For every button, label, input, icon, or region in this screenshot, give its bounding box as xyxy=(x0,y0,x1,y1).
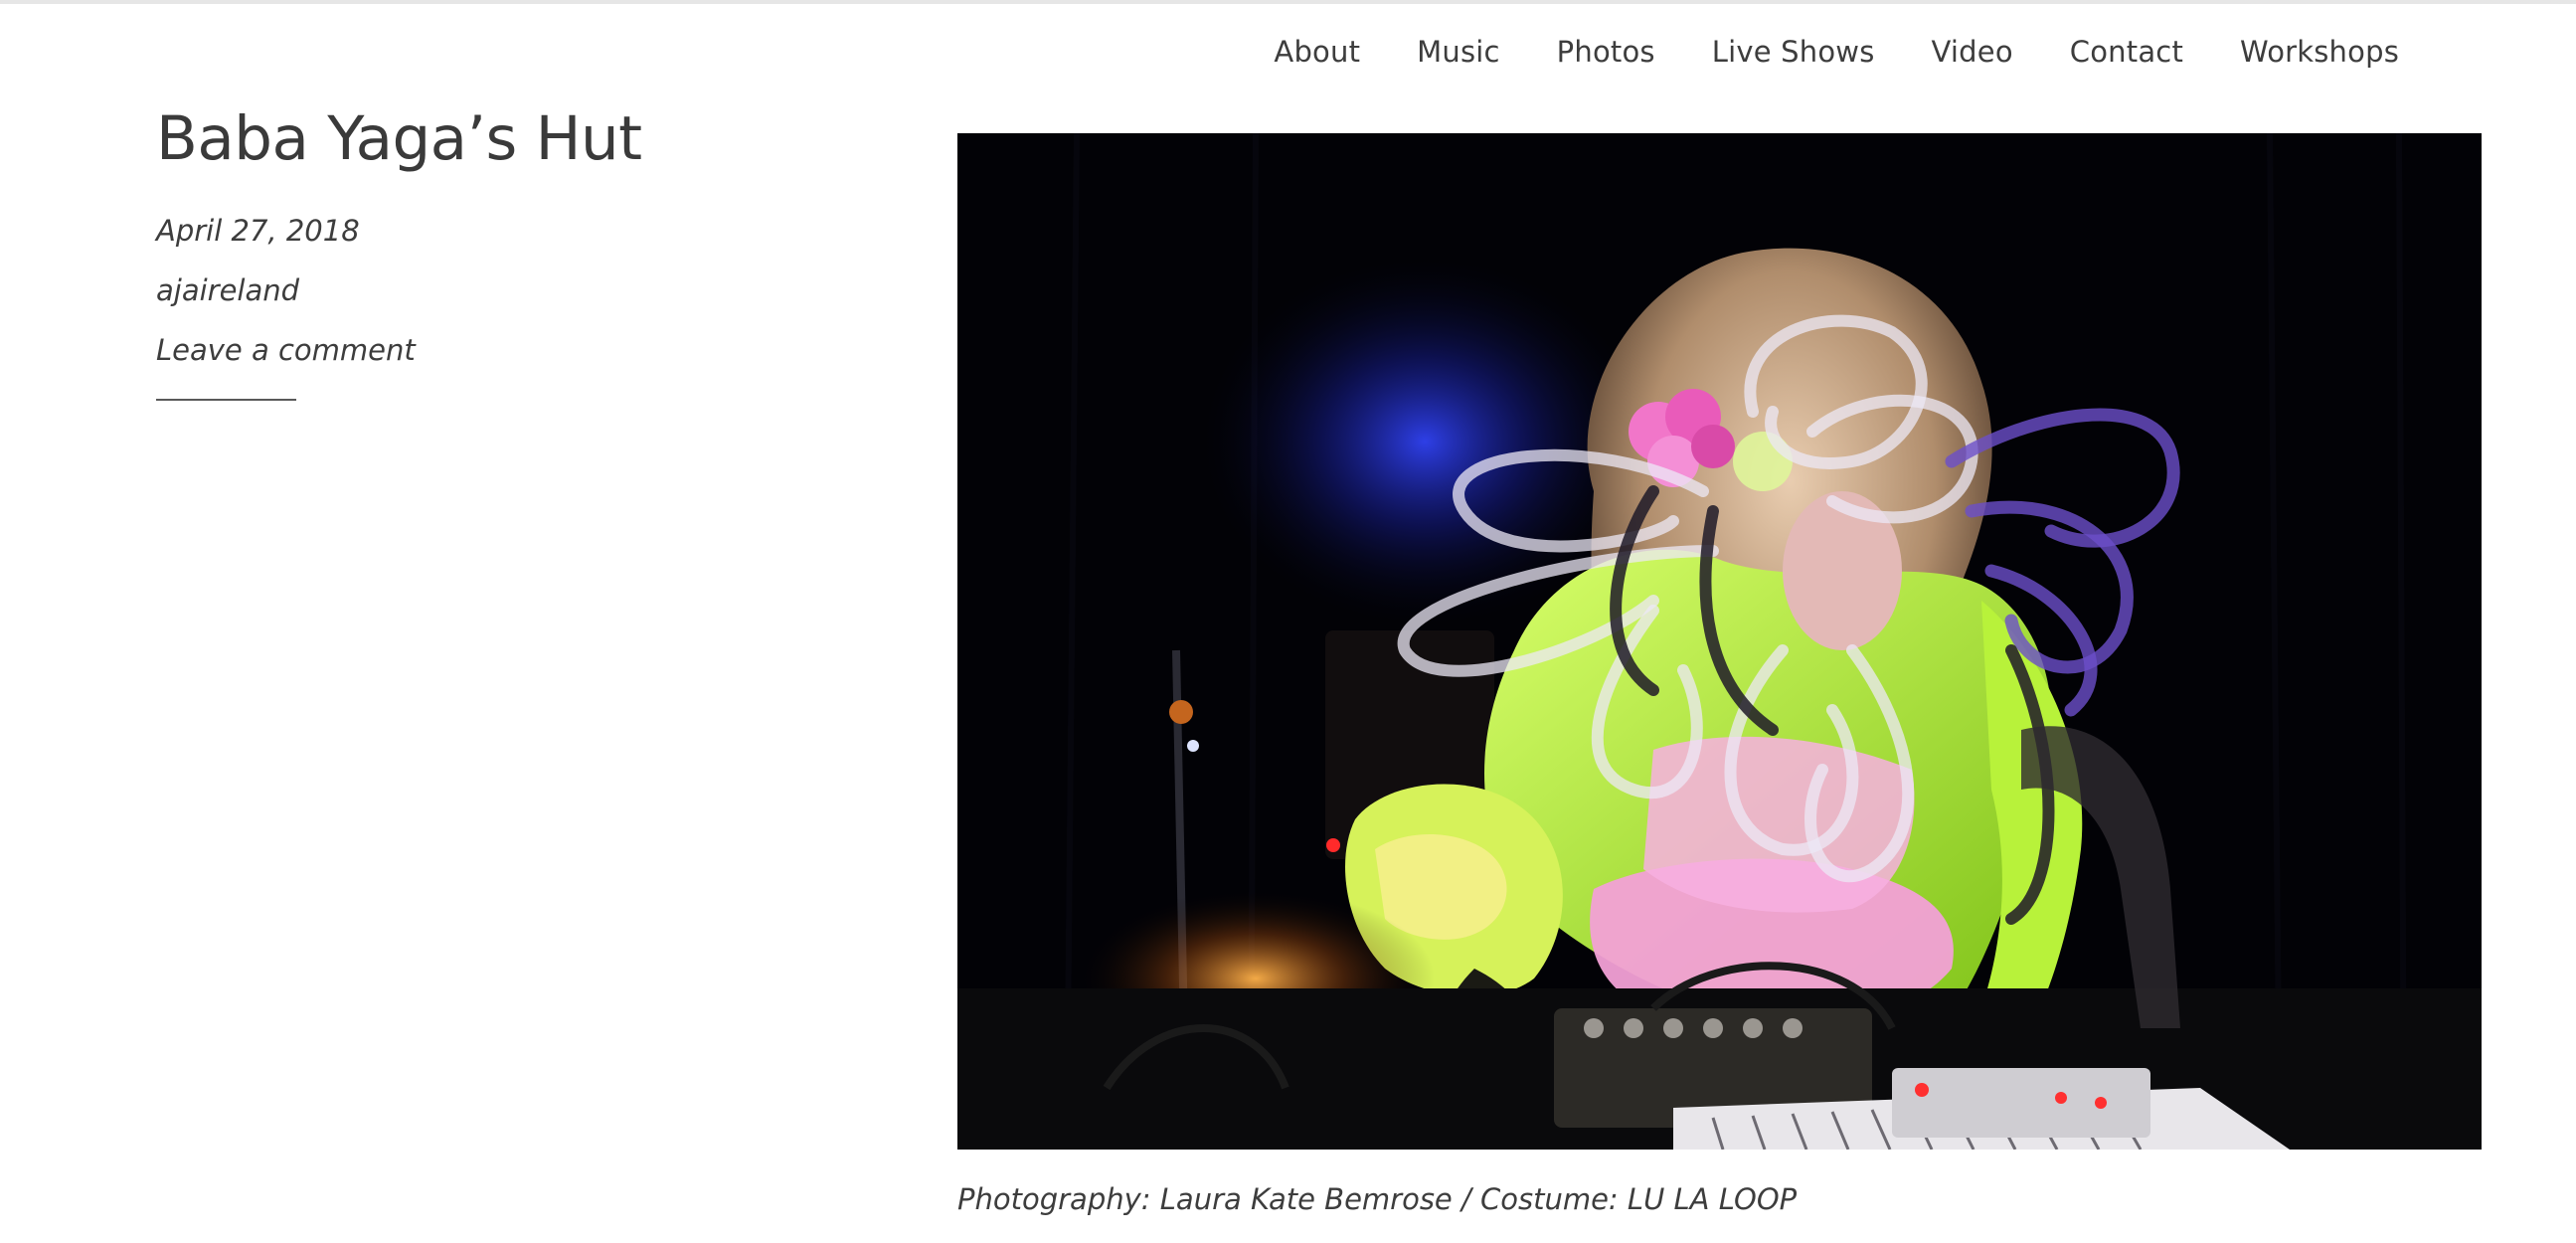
nav-item-video[interactable]: Video xyxy=(1932,28,2013,76)
meta-divider xyxy=(156,399,296,401)
post-author-link[interactable]: ajaireland xyxy=(156,270,299,310)
photo-caption: Photography: Laura Kate Bemrose / Costum… xyxy=(957,1182,1798,1216)
featured-photo xyxy=(957,133,2482,1150)
top-border xyxy=(0,0,2576,4)
nav-item-workshops[interactable]: Workshops xyxy=(2240,28,2399,76)
performer-photo-illustration xyxy=(957,133,2482,1150)
nav-item-contact[interactable]: Contact xyxy=(2070,28,2183,76)
post-title: Baba Yaga’s Hut xyxy=(156,103,642,174)
nav-item-music[interactable]: Music xyxy=(1417,28,1500,76)
main-navigation: About Music Photos Live Shows Video Cont… xyxy=(1274,28,2399,76)
leave-comment-link[interactable]: Leave a comment xyxy=(156,330,416,370)
nav-item-about[interactable]: About xyxy=(1274,28,1360,76)
nav-item-photos[interactable]: Photos xyxy=(1557,28,1655,76)
nav-item-live-shows[interactable]: Live Shows xyxy=(1712,28,1875,76)
post-date-link[interactable]: April 27, 2018 xyxy=(156,211,360,251)
